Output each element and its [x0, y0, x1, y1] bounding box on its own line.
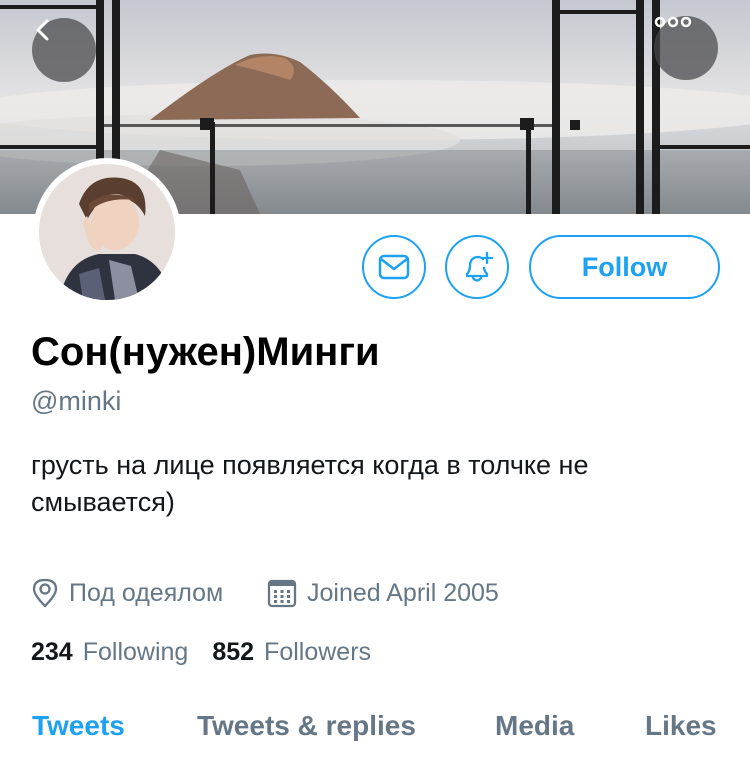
- profile-avatar[interactable]: [33, 158, 181, 306]
- more-horizontal-icon: [654, 16, 692, 28]
- location-pin-icon: [32, 578, 58, 608]
- tab-likes[interactable]: Likes: [645, 710, 717, 742]
- more-options-button[interactable]: [654, 16, 718, 80]
- profile-bio: грусть на лице появляется когда в толчке…: [31, 450, 589, 517]
- followers-stat[interactable]: 852 Followers: [212, 638, 371, 667]
- tab-tweets[interactable]: Tweets: [32, 710, 125, 742]
- profile-handle: @minki: [31, 386, 122, 416]
- profile-tabs: Tweets Tweets & replies Media Likes: [0, 700, 750, 764]
- calendar-icon: [267, 579, 297, 608]
- tab-media[interactable]: Media: [495, 710, 574, 742]
- profile-display-name: Сон(нужен)Минги: [31, 330, 380, 374]
- chevron-left-icon: [36, 19, 49, 41]
- location-text: Под одеялом: [69, 578, 224, 607]
- profile-stats: 234 Following 852 Followers: [31, 638, 395, 667]
- following-label: Following: [82, 638, 189, 666]
- notifications-button[interactable]: [445, 235, 509, 299]
- follow-button[interactable]: Follow: [529, 235, 720, 299]
- following-stat[interactable]: 234 Following: [31, 638, 188, 667]
- followers-count: 852: [212, 638, 255, 666]
- avatar-image: [39, 164, 175, 300]
- tab-tweets-and-replies[interactable]: Tweets & replies: [197, 710, 416, 742]
- following-count: 234: [31, 638, 73, 666]
- mail-icon: [378, 254, 410, 280]
- followers-label: Followers: [264, 638, 372, 666]
- joined-text: Joined April 2005: [307, 578, 499, 607]
- message-button[interactable]: [362, 235, 426, 299]
- back-button[interactable]: [32, 18, 96, 82]
- bell-plus-icon: [465, 251, 494, 282]
- profile-joined: Joined April 2005: [267, 578, 499, 608]
- profile-location: Под одеялом: [31, 578, 223, 608]
